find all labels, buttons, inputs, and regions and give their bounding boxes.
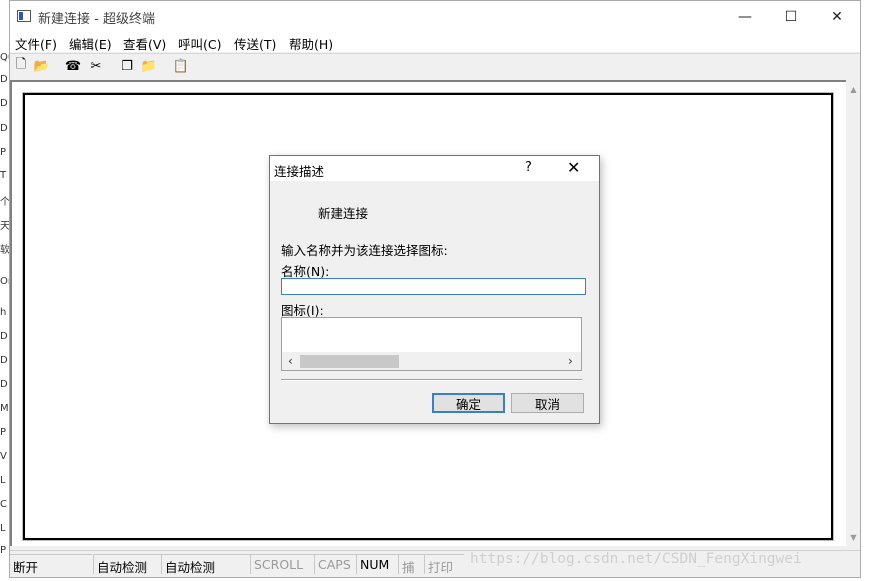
status-detect-2: 自动检测 — [161, 554, 250, 575]
disconnect-icon[interactable]: ✂ — [87, 57, 105, 75]
bg-fragment: On — [0, 276, 9, 287]
dialog-close-button[interactable]: ✕ — [567, 158, 580, 177]
menu-call[interactable]: 呼叫(C) — [178, 34, 221, 53]
menu-transfer[interactable]: 传送(T) — [234, 34, 276, 53]
cancel-button[interactable]: 取消 — [511, 393, 584, 413]
bg-fragment: Qu — [0, 52, 9, 63]
horizontal-scrollbar[interactable]: ‹ › — [282, 352, 581, 370]
vertical-scrollbar[interactable]: ▲ ▼ — [847, 80, 860, 546]
background-window-fragment: Qu D D D P T 个 天 软 On h D D D M P V L C … — [0, 0, 9, 581]
dialog-separator — [281, 379, 582, 381]
bg-fragment: L — [0, 523, 6, 534]
dialog-title-bar[interactable]: 连接描述 ? ✕ — [270, 156, 599, 181]
properties-icon[interactable]: 📋 — [172, 57, 190, 75]
open-folder-icon[interactable]: 📂 — [33, 57, 51, 75]
bg-fragment: M — [0, 403, 9, 414]
title-bar[interactable]: 新建连接 - 超级终端 — ☐ ✕ — [10, 1, 860, 32]
watermark: https://blog.csdn.net/CSDN_FengXingwei — [470, 551, 802, 567]
status-caps: CAPS — [314, 554, 356, 574]
bg-fragment: 个 — [0, 197, 9, 208]
status-detect-1: 自动检测 — [93, 554, 161, 575]
close-button[interactable]: ✕ — [814, 1, 860, 32]
window-title: 新建连接 - 超级终端 — [38, 12, 155, 27]
menu-help[interactable]: 帮助(H) — [289, 34, 333, 53]
connect-phone-icon[interactable]: ☎ — [64, 57, 82, 75]
minimize-button[interactable]: — — [722, 1, 768, 32]
status-scroll: SCROLL — [250, 554, 314, 574]
bg-fragment: P — [0, 147, 7, 158]
bg-fragment: D — [0, 74, 8, 85]
scroll-up-arrow[interactable]: ▲ — [847, 82, 860, 96]
status-connection: 断开 — [10, 554, 92, 575]
bg-fragment: 天 — [0, 221, 9, 232]
status-print: 打印 — [424, 554, 464, 575]
bg-fragment: P — [0, 427, 7, 438]
menu-bar: 文件(F) 编辑(E) 查看(V) 呼叫(C) 传送(T) 帮助(H) — [10, 32, 860, 52]
bg-fragment: D — [0, 355, 8, 366]
ok-button[interactable]: 确定 — [432, 393, 505, 413]
bg-fragment: T — [0, 170, 7, 181]
bg-fragment: h — [0, 307, 7, 318]
dialog-title: 连接描述 — [274, 164, 325, 179]
bg-fragment: L — [0, 475, 6, 486]
help-button[interactable]: ? — [525, 160, 532, 175]
status-num: NUM — [356, 554, 398, 574]
maximize-button[interactable]: ☐ — [768, 1, 814, 32]
bg-fragment: P — [0, 545, 7, 556]
send-file-icon[interactable]: ❐ — [118, 57, 136, 75]
receive-file-icon[interactable]: 📁 — [140, 57, 158, 75]
connection-description: 新建连接 — [318, 206, 369, 221]
dialog-prompt: 输入名称并为该连接选择图标: — [281, 243, 448, 258]
bg-fragment: D — [0, 331, 8, 342]
menu-view[interactable]: 查看(V) — [123, 34, 166, 53]
scroll-thumb[interactable] — [300, 355, 399, 368]
menu-edit[interactable]: 编辑(E) — [69, 34, 112, 53]
app-icon — [17, 10, 31, 22]
name-input[interactable] — [281, 278, 586, 295]
menu-file[interactable]: 文件(F) — [15, 34, 57, 53]
bg-fragment: C — [0, 499, 7, 510]
bg-fragment: 软 — [0, 245, 9, 256]
scroll-right-arrow[interactable]: › — [568, 354, 573, 368]
scroll-left-arrow[interactable]: ‹ — [288, 354, 293, 368]
connection-description-dialog: 连接描述 ? ✕ 新建连接 输入名称并为该连接选择图标: 名称(N): 图标(I… — [269, 155, 600, 424]
icon-list[interactable]: ‹ › — [281, 317, 582, 371]
new-file-icon[interactable]: 🗋 — [12, 57, 30, 75]
toolbar: 🗋 📂 ☎ ✂ ❐ 📁 📋 — [10, 53, 860, 78]
scroll-down-arrow[interactable]: ▼ — [847, 530, 860, 544]
status-capture: 捕 — [398, 554, 424, 575]
bg-fragment: D — [0, 98, 8, 109]
bg-fragment: V — [0, 451, 7, 462]
bg-fragment: D — [0, 123, 8, 134]
bg-fragment: D — [0, 379, 8, 390]
